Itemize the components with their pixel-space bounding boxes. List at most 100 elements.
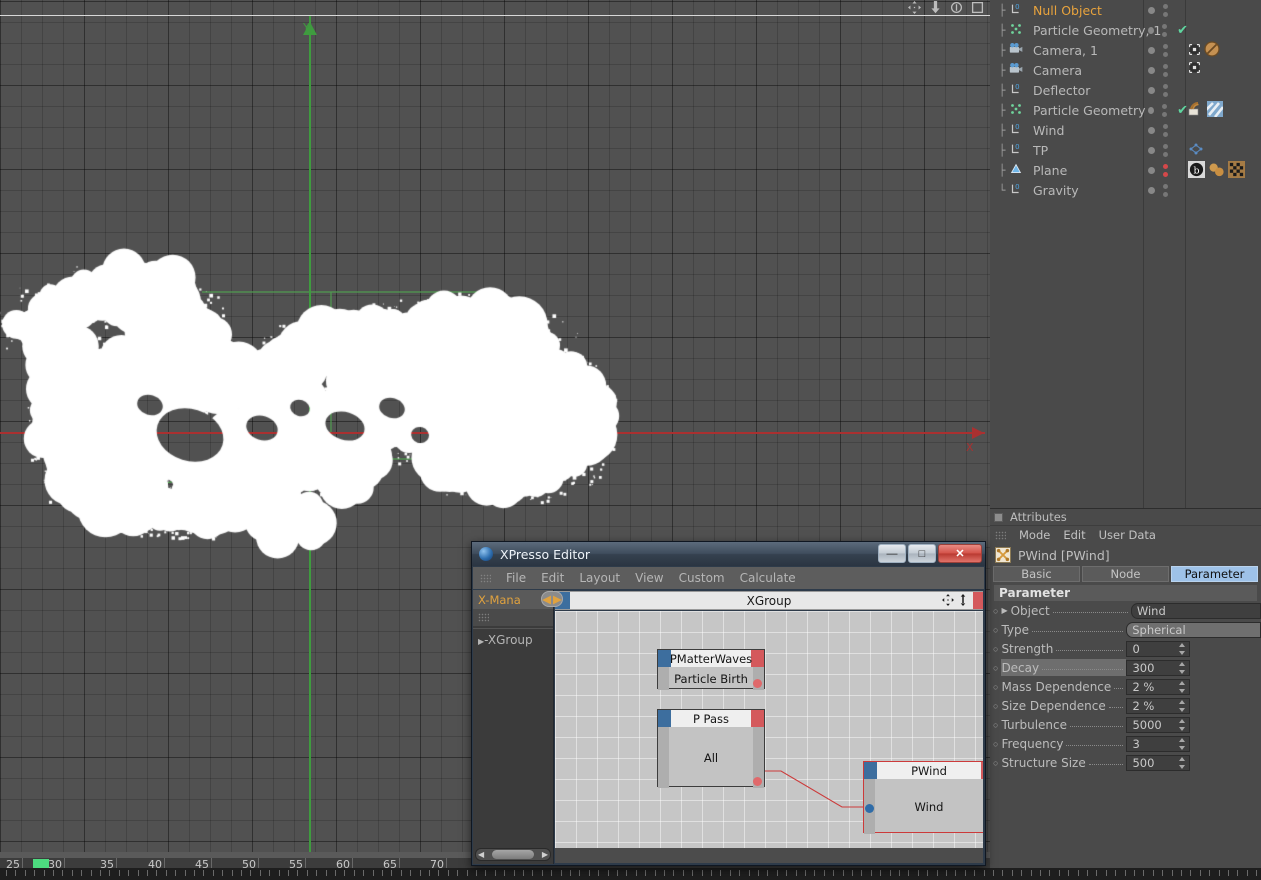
menu-view[interactable]: View bbox=[635, 571, 663, 585]
attributes-tab-basic[interactable]: Basic bbox=[993, 566, 1080, 582]
editor-visibility-dot[interactable] bbox=[1148, 167, 1155, 174]
chevron-left-icon[interactable]: ◀ bbox=[542, 592, 551, 606]
param-value-field[interactable]: 500 bbox=[1126, 755, 1190, 771]
param-value-field[interactable]: 3 bbox=[1126, 736, 1190, 752]
visibility-dots[interactable] bbox=[1148, 0, 1188, 20]
visibility-dots[interactable]: ✔ bbox=[1148, 100, 1188, 120]
no-render-tag[interactable] bbox=[1204, 41, 1220, 60]
xgroup-header-icons[interactable] bbox=[942, 594, 969, 606]
grip-icon[interactable] bbox=[995, 531, 1006, 540]
menu-user-data[interactable]: User Data bbox=[1099, 528, 1156, 542]
node-output-port[interactable] bbox=[753, 777, 762, 786]
viewport-controls[interactable] bbox=[908, 1, 984, 14]
node-output-block[interactable] bbox=[751, 650, 764, 667]
xpresso-titlebar[interactable]: XPresso Editor — □ ✕ bbox=[472, 542, 985, 566]
xpresso-menubar[interactable]: File Edit Layout View Custom Calculate bbox=[473, 567, 984, 589]
spinner-icon[interactable] bbox=[1178, 662, 1186, 674]
spinner-icon[interactable] bbox=[1178, 719, 1186, 731]
node-header[interactable]: P Pass bbox=[658, 710, 764, 727]
editor-visibility-dot[interactable] bbox=[1148, 107, 1154, 114]
visibility-dots[interactable] bbox=[1148, 40, 1188, 60]
menu-layout[interactable]: Layout bbox=[579, 571, 620, 585]
node-header[interactable]: PMatterWaves bbox=[658, 650, 764, 667]
render-visibility-dots[interactable] bbox=[1163, 124, 1168, 137]
attributes-tabs[interactable]: Basic Node Parameter bbox=[990, 566, 1261, 582]
render-visibility-dots[interactable] bbox=[1163, 64, 1168, 77]
attribute-manager[interactable]: Attributes Mode Edit User Data PWind [PW… bbox=[990, 508, 1261, 880]
protection-tag[interactable] bbox=[1188, 43, 1201, 59]
grip-icon[interactable] bbox=[478, 613, 489, 622]
attributes-tab-parameter[interactable]: Parameter bbox=[1171, 566, 1258, 582]
object-list[interactable]: ├ 0 Null Object ├ Particle Geometry, 1 ✔ ├ Came… bbox=[990, 0, 1261, 200]
object-tags[interactable] bbox=[1188, 141, 1204, 160]
expand-triangle-icon[interactable]: ▶ bbox=[1001, 606, 1007, 615]
editor-visibility-dot[interactable] bbox=[1148, 47, 1155, 54]
attributes-menubar[interactable]: Mode Edit User Data bbox=[990, 526, 1261, 544]
visibility-dots[interactable] bbox=[1148, 120, 1188, 140]
close-button[interactable]: ✕ bbox=[938, 544, 982, 563]
spinner-icon[interactable] bbox=[1178, 738, 1186, 750]
enabled-check-icon[interactable]: ✔ bbox=[1177, 23, 1188, 38]
scrollbar-thumb[interactable] bbox=[492, 850, 534, 859]
param-value-field[interactable]: Wind bbox=[1131, 603, 1261, 619]
render-visibility-dots[interactable] bbox=[1163, 184, 1168, 197]
dynamics-tag[interactable] bbox=[1207, 101, 1223, 120]
object-row-particle-geometry[interactable]: ├ Particle Geometry ✔ bbox=[990, 100, 1261, 120]
param-row-size-dependence[interactable]: ○ Size Dependence 2 % bbox=[990, 696, 1261, 715]
node-header[interactable]: PWind bbox=[864, 762, 983, 779]
object-tags[interactable]: b bbox=[1188, 161, 1245, 181]
xmanager-panel[interactable]: X-Mana ◀ ▶ ▶-XGroup ◀ ▶ bbox=[473, 590, 554, 864]
xpresso-node-pmatterwaves[interactable]: PMatterWaves Particle Birth bbox=[657, 649, 765, 689]
spinner-icon[interactable] bbox=[1178, 681, 1186, 693]
render-visibility-dots[interactable] bbox=[1163, 84, 1168, 97]
editor-visibility-dot[interactable] bbox=[1148, 27, 1154, 34]
object-row-tp[interactable]: ├ 0 TP bbox=[990, 140, 1261, 160]
grip-icon[interactable] bbox=[480, 574, 491, 583]
enabled-check-icon[interactable]: ✔ bbox=[1177, 103, 1188, 118]
xpresso-tag[interactable] bbox=[1188, 141, 1204, 160]
menu-edit[interactable]: Edit bbox=[1063, 528, 1085, 542]
menu-edit[interactable]: Edit bbox=[541, 571, 564, 585]
node-output-port[interactable] bbox=[753, 679, 762, 688]
node-input-block[interactable] bbox=[658, 710, 671, 727]
move-icon[interactable] bbox=[908, 1, 921, 14]
object-row-particle-geometry-1[interactable]: ├ Particle Geometry, 1 ✔ bbox=[990, 20, 1261, 40]
visibility-dots[interactable] bbox=[1148, 140, 1188, 160]
param-value-field[interactable]: 0 bbox=[1126, 641, 1190, 657]
attributes-tab-node[interactable]: Node bbox=[1082, 566, 1169, 582]
object-tags[interactable] bbox=[1188, 41, 1220, 60]
spinner-icon[interactable] bbox=[1178, 700, 1186, 712]
xmanager-tab[interactable]: X-Mana ◀ ▶ bbox=[473, 590, 553, 609]
node-body[interactable]: All bbox=[658, 727, 764, 788]
visibility-dots[interactable] bbox=[1148, 160, 1188, 180]
object-row-deflector[interactable]: ├ 0 Deflector bbox=[990, 80, 1261, 100]
object-row-gravity[interactable]: └ 0 Gravity bbox=[990, 180, 1261, 200]
menu-mode[interactable]: Mode bbox=[1019, 528, 1050, 542]
menu-file[interactable]: File bbox=[506, 571, 526, 585]
node-body[interactable]: Particle Birth bbox=[658, 667, 764, 690]
scroll-right-icon[interactable]: ▶ bbox=[542, 850, 548, 859]
window-buttons[interactable]: — □ ✕ bbox=[878, 544, 982, 563]
updown-icon[interactable] bbox=[957, 594, 969, 606]
param-row-turbulence[interactable]: ○ Turbulence 5000 bbox=[990, 715, 1261, 734]
scroll-left-icon[interactable]: ◀ bbox=[478, 850, 484, 859]
editor-visibility-dot[interactable] bbox=[1148, 147, 1155, 154]
node-input-block[interactable] bbox=[864, 762, 877, 779]
object-row-wind[interactable]: ├ 0 Wind bbox=[990, 120, 1261, 140]
protection-tag[interactable] bbox=[1188, 61, 1201, 77]
node-body[interactable]: Wind bbox=[864, 779, 983, 834]
render-visibility-dots[interactable] bbox=[1163, 4, 1168, 17]
editor-visibility-dot[interactable] bbox=[1148, 127, 1155, 134]
render-visibility-dots[interactable] bbox=[1163, 144, 1168, 157]
param-value-field[interactable]: 2 % bbox=[1126, 679, 1190, 695]
tree-node-xgroup[interactable]: ▶-XGroup bbox=[478, 633, 553, 647]
visibility-dots[interactable]: ✔ bbox=[1148, 20, 1188, 40]
param-value-field[interactable]: 2 % bbox=[1126, 698, 1190, 714]
xgroup-header[interactable]: XGroup bbox=[555, 591, 983, 610]
maximize-button[interactable]: □ bbox=[908, 544, 936, 563]
phong-tag[interactable]: b bbox=[1188, 161, 1205, 181]
object-row-camera[interactable]: ├ Camera bbox=[990, 60, 1261, 80]
param-row-object[interactable]: ○ ▶ Object Wind bbox=[990, 601, 1261, 620]
object-manager[interactable]: ├ 0 Null Object ├ Particle Geometry, 1 ✔ ├ Came… bbox=[990, 0, 1261, 508]
xpresso-node-pwind[interactable]: PWind Wind bbox=[863, 761, 983, 833]
